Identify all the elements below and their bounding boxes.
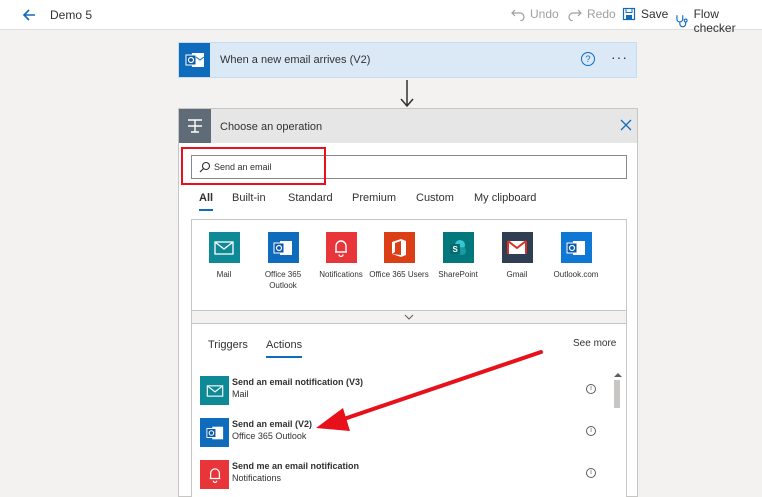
search-box[interactable]: [191, 155, 627, 179]
help-icon[interactable]: ?: [581, 52, 595, 66]
bell-icon: [200, 460, 229, 489]
flow-title: Demo 5: [50, 8, 93, 22]
action-send-an-email-v2[interactable]: Send an email (V2) Office 365 Outlook i: [200, 416, 612, 450]
action-connector: Office 365 Outlook: [232, 431, 307, 441]
see-more-link[interactable]: See more: [573, 338, 616, 349]
back-arrow-icon[interactable]: [20, 6, 38, 24]
connector-sharepoint[interactable]: S SharePoint: [428, 232, 488, 280]
top-bar: Demo 5 Undo Redo Save Flow checker: [0, 0, 762, 35]
action-title: Send an email (V2): [232, 419, 313, 429]
action-send-me-email-notification[interactable]: Send me an email notification Notificati…: [200, 458, 612, 492]
connector-outlook-com[interactable]: Outlook.com: [546, 232, 606, 280]
action-connector: Mail: [232, 389, 249, 399]
flow-checker-button[interactable]: Flow checker: [675, 7, 762, 35]
subtab-actions[interactable]: Actions: [266, 339, 303, 358]
choose-operation-panel: Choose an operation All Built-in Standar…: [178, 108, 638, 497]
action-title: Send me an email notification: [232, 461, 360, 471]
tab-custom[interactable]: Custom: [416, 192, 454, 204]
redo-icon: [568, 9, 582, 21]
outlook-icon: [560, 232, 592, 263]
connector-gmail[interactable]: Gmail: [487, 232, 547, 280]
connector-label: Office 365 Users: [369, 270, 429, 279]
actions-area: Triggers Actions See more Send an email …: [191, 324, 627, 497]
more-options-icon[interactable]: ···: [611, 49, 628, 65]
connector-label: Mail: [216, 270, 232, 279]
sharepoint-icon: S: [442, 232, 474, 263]
redo-label: Redo: [587, 7, 616, 21]
scrollbar-thumb[interactable]: [614, 380, 620, 408]
chevron-down-icon: [404, 314, 414, 320]
action-send-email-notification-v3[interactable]: Send an email notification (V3) Mail i: [200, 374, 612, 408]
subtab-triggers[interactable]: Triggers: [208, 339, 248, 351]
actions-scrollbar[interactable]: [612, 372, 622, 497]
stethoscope-icon: [676, 15, 688, 28]
undo-icon: [511, 9, 525, 21]
outlook-icon: [267, 232, 299, 263]
connector-label: Outlook.com: [553, 270, 599, 279]
tab-premium[interactable]: Premium: [352, 192, 396, 204]
save-icon: [622, 7, 636, 21]
info-icon[interactable]: i: [586, 468, 596, 478]
connector-label: SharePoint: [438, 270, 478, 279]
panel-header: Choose an operation: [179, 109, 637, 143]
outlook-icon: [200, 418, 229, 447]
search-icon: [199, 161, 211, 173]
flow-checker-label: Flow checker: [693, 7, 736, 35]
tab-standard[interactable]: Standard: [288, 192, 333, 204]
action-title: Send an email notification (V3): [232, 377, 364, 387]
panel-title: Choose an operation: [220, 121, 323, 133]
undo-label: Undo: [530, 7, 559, 21]
connector-label: Office 365 Outlook: [264, 270, 302, 290]
connector-notifications[interactable]: Notifications: [311, 232, 371, 280]
close-icon[interactable]: [619, 118, 633, 132]
bell-icon: [325, 232, 357, 263]
gmail-icon: [501, 232, 533, 263]
connector-grid: Mail Office 365 Outlook Notifications Of…: [191, 219, 627, 322]
connector-office-365-outlook[interactable]: Office 365 Outlook: [253, 232, 313, 291]
svg-text:S: S: [453, 245, 459, 254]
save-label: Save: [641, 7, 669, 21]
flow-connector-arrow: [400, 80, 414, 108]
expand-connectors-button[interactable]: [191, 310, 627, 324]
action-connector: Notifications: [232, 473, 282, 483]
scroll-up-icon[interactable]: [613, 372, 623, 378]
save-button[interactable]: Save: [622, 7, 668, 21]
office-icon: [383, 232, 415, 263]
tab-my-clipboard[interactable]: My clipboard: [474, 192, 536, 204]
tab-all[interactable]: All: [199, 192, 214, 211]
connector-office-365-users[interactable]: Office 365 Users: [369, 232, 429, 280]
mail-icon: [200, 376, 229, 405]
redo-button[interactable]: Redo: [568, 7, 616, 21]
connector-mail[interactable]: Mail: [194, 232, 254, 280]
connector-label: Gmail: [506, 270, 528, 279]
info-icon[interactable]: i: [586, 426, 596, 436]
trigger-card[interactable]: When a new email arrives (V2) ? ···: [178, 42, 637, 78]
operation-icon: [179, 109, 211, 143]
outlook-icon: [179, 43, 210, 77]
undo-button[interactable]: Undo: [511, 7, 559, 21]
connector-label: Notifications: [319, 270, 363, 279]
tab-built-in[interactable]: Built-in: [232, 192, 266, 204]
trigger-label: When a new email arrives (V2): [220, 54, 371, 66]
search-input[interactable]: [214, 159, 614, 175]
info-icon[interactable]: i: [586, 384, 596, 394]
mail-icon: [208, 232, 240, 263]
